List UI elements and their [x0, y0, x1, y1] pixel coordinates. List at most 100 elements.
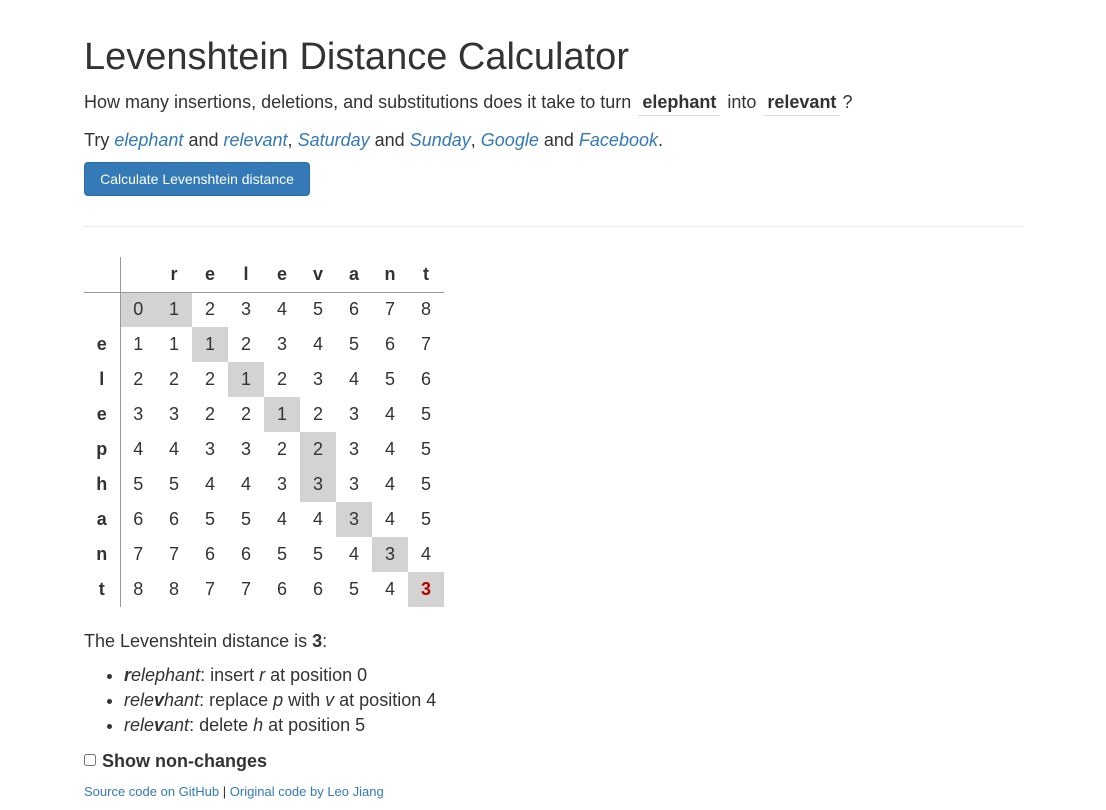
matrix-cell: 2 [133, 369, 144, 389]
operation-text: p [273, 690, 284, 710]
example-link-saturday[interactable]: Saturday [298, 130, 370, 150]
matrix-cell: 5 [420, 509, 431, 529]
example-link-google[interactable]: Google [481, 130, 539, 150]
changed-letter: v [154, 690, 165, 710]
changed-letter: v [154, 715, 165, 735]
matrix-cell: 6 [204, 544, 215, 564]
example-and: and [188, 130, 219, 150]
matrix-cell: 3 [168, 404, 179, 424]
matrix-cell: 2 [204, 404, 215, 424]
matrix-cell: 2 [300, 432, 336, 467]
matrix-col-header: e [264, 257, 300, 293]
matrix-cell: 4 [384, 509, 395, 529]
matrix-cell: 0 [120, 292, 156, 327]
matrix-cell: 6 [240, 544, 251, 564]
matrix-cell: 2 [276, 369, 287, 389]
matrix-cell: 4 [276, 299, 287, 320]
show-nonchanges-row[interactable]: Show non-changes [84, 748, 267, 774]
matrix-row-header [84, 292, 121, 327]
github-link[interactable]: Source code on GitHub [84, 784, 219, 799]
matrix-row: n776655434 [84, 537, 444, 572]
matrix-cell: 7 [384, 299, 395, 320]
matrix-cell: 6 [168, 509, 179, 529]
word-segment: rele [124, 715, 155, 735]
matrix-cell: 1 [264, 397, 300, 432]
matrix-cell: 5 [312, 544, 323, 564]
matrix-cell: 1 [228, 362, 264, 397]
original-code-link[interactable]: Original code by Leo Jiang [230, 784, 384, 799]
example-link-relevant[interactable]: relevant [224, 130, 288, 150]
matrix-cell: 5 [133, 474, 144, 494]
matrix-cell: 3 [336, 502, 372, 537]
matrix-row: h554433345 [84, 467, 444, 502]
matrix-cell: 2 [240, 404, 251, 424]
matrix-cell: 3 [348, 474, 359, 494]
matrix-cell: 3 [372, 537, 408, 572]
example-sep: , [470, 130, 476, 150]
show-nonchanges-label: Show non-changes [102, 751, 268, 771]
matrix-cell: 7 [240, 579, 251, 599]
matrix-cell: 1 [133, 334, 144, 354]
matrix-col-header: t [408, 257, 444, 293]
matrix-row-header: l [84, 362, 121, 397]
matrix-cell: 5 [384, 369, 395, 389]
show-nonchanges-checkbox[interactable] [84, 754, 96, 766]
matrix-cell: 1 [156, 292, 192, 327]
source-word-input[interactable]: elephant [638, 89, 721, 116]
intro-prefix: How many insertions, deletions, and subs… [84, 92, 632, 112]
matrix-cell: 4 [384, 439, 395, 459]
matrix-cell: 3 [276, 474, 287, 494]
matrix-col-header: a [336, 257, 372, 293]
matrix-cell: 3 [348, 404, 359, 424]
matrix-cell: 1 [168, 334, 179, 354]
matrix-cell: 3 [133, 404, 144, 424]
footer: Source code on GitHub | Original code by… [84, 783, 384, 801]
operation-text: at position 5 [263, 715, 366, 735]
operation-text: at position 0 [265, 665, 368, 685]
matrix-cell: 6 [420, 369, 431, 389]
matrix-row-header: e [84, 327, 121, 362]
matrix-row: 012 3 4 5 6 7 8 [84, 292, 444, 327]
matrix-cell: 7 [204, 579, 215, 599]
target-word-input[interactable]: relevant [763, 89, 841, 116]
matrix-cell: 5 [348, 334, 359, 354]
matrix-cell: 2 [204, 299, 215, 320]
matrix-row-header: n [84, 537, 121, 572]
example-link-sunday[interactable]: Sunday [410, 130, 471, 150]
matrix-cell: 6 [384, 334, 395, 354]
matrix-cell: 3 [240, 439, 251, 459]
result-suffix: : [322, 631, 328, 651]
matrix-cell: 6 [276, 579, 287, 599]
word-segment: rele [124, 690, 155, 710]
matrix-row: l222123456 [84, 362, 444, 397]
matrix-corner [84, 257, 121, 293]
matrix-row-header: h [84, 467, 121, 502]
matrix-cell: 4 [168, 439, 179, 459]
matrix-cell: 4 [384, 579, 395, 599]
matrix-cell: 4 [384, 474, 395, 494]
matrix-cell: 8 [133, 579, 144, 599]
matrix-cell: 6 [348, 299, 359, 320]
matrix-cell: 4 [312, 334, 323, 354]
matrix-cell: 4 [204, 474, 215, 494]
matrix-cell: 5 [312, 299, 323, 320]
matrix-row: a665544345 [84, 502, 444, 537]
calculate-button[interactable]: Calculate Levenshtein distance [84, 162, 310, 196]
result-prefix: The Levenshtein distance is [84, 631, 308, 651]
matrix-row: p443322345 [84, 432, 444, 467]
matrix-cell: 5 [420, 404, 431, 424]
example-link-elephant[interactable]: elephant [114, 130, 183, 150]
example-link-facebook[interactable]: Facebook [579, 130, 658, 150]
matrix-cell: 7 [168, 544, 179, 564]
matrix-col-header: v [300, 257, 336, 293]
example-sep: , [287, 130, 293, 150]
matrix-cell: 5 [276, 544, 287, 564]
distance-matrix: relevant012345678e111234567l222123456e33… [84, 257, 444, 607]
matrix-cell: 5 [420, 439, 431, 459]
matrix-col-header: n [372, 257, 408, 293]
matrix-cell: 4 [133, 439, 144, 459]
operation-item: relevhant: replace p with v at position … [124, 688, 436, 713]
example-and: and [374, 130, 405, 150]
intro-middle: into [727, 92, 757, 112]
matrix-row-header: p [84, 432, 121, 467]
